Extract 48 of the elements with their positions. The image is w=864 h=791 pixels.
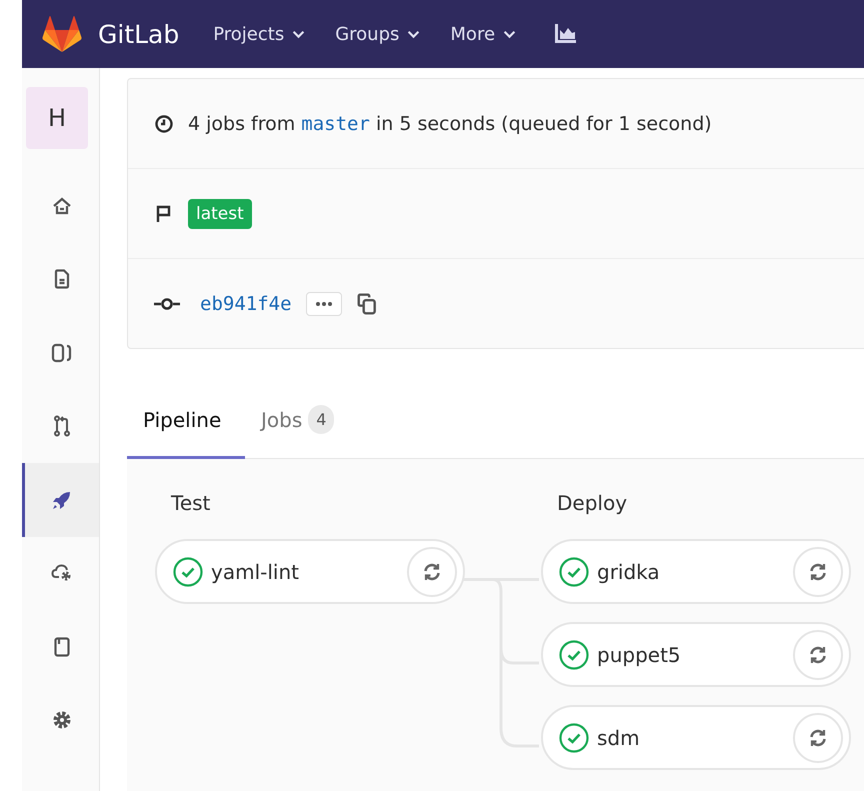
chevron-down-icon [407,30,420,38]
project-avatar[interactable]: H [26,87,88,149]
chevron-down-icon [503,30,516,38]
count-badge: 4 [308,405,334,434]
retry-icon [808,562,828,582]
chart-icon[interactable] [554,24,576,44]
retry-button[interactable] [793,546,843,596]
job-pill[interactable]: gridka [541,539,851,604]
job-pill[interactable]: sdm [541,705,851,770]
sidebar-item-active[interactable] [22,463,99,536]
chevron-down-icon [292,30,306,38]
commit-link[interactable]: eb941f4e [200,292,292,314]
commit-icon [154,296,180,310]
nav-menu[interactable]: Projects [213,24,306,44]
rocket-icon [52,490,72,510]
retry-button[interactable] [407,546,457,596]
job-name: yaml-lint [211,560,300,584]
stage-title: Test [171,491,212,515]
book-icon [52,636,72,657]
settings-icon [52,710,72,730]
nav-menu[interactable]: More [450,24,516,44]
retry-button[interactable] [793,712,843,762]
nav-menu[interactable]: Groups [335,24,420,44]
job-name: puppet5 [597,642,682,666]
copy-icon[interactable] [356,292,378,314]
retry-icon [808,728,828,748]
job-name: sdm [597,726,641,750]
job-pill[interactable]: yaml-lint [155,539,465,604]
home-icon [52,196,72,216]
cloud-gear-icon [51,563,73,584]
gitlab-brand[interactable]: GitLab [98,20,180,48]
file-icon [52,269,72,290]
ellipsis-icon [314,300,333,306]
retry-icon [808,644,828,664]
merge-request-icon [52,415,72,438]
job-pill[interactable]: puppet5 [541,622,851,687]
job-name: gridka [597,560,661,584]
latest-badge: latest [188,198,252,228]
branch-link[interactable]: master [301,112,370,134]
clock-icon [154,114,174,134]
stage-title: Deploy [557,491,628,515]
retry-icon [422,562,442,582]
issues-icon [51,342,73,363]
tab[interactable]: Jobs 4 [245,389,350,459]
more-button[interactable] [306,292,342,316]
retry-button[interactable] [793,630,843,680]
fox-logo-icon[interactable] [42,15,82,53]
pipeline-summary: 4 jobs from master in 5 seconds (queued for 1 second) [188,112,712,134]
